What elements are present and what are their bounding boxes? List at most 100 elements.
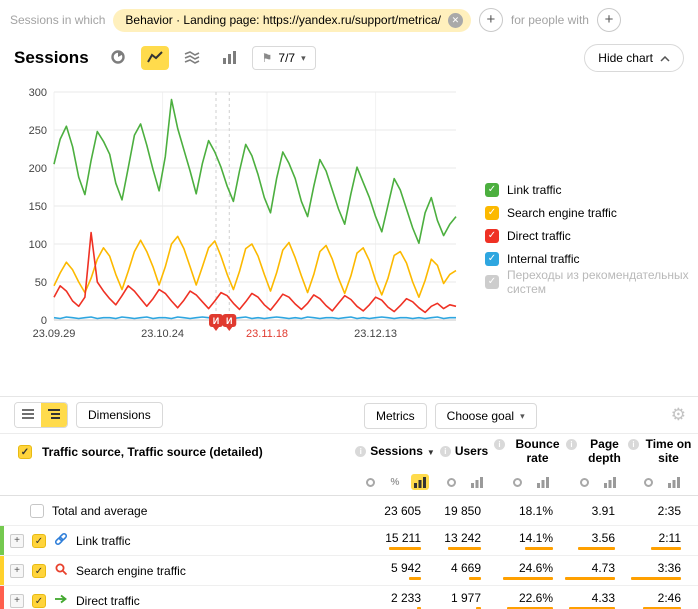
pie-view-icon[interactable] [576,474,594,490]
row-checkbox[interactable]: ✓ [30,504,44,518]
choose-goal-label: Choose goal [447,409,514,423]
legend-checkbox[interactable]: ✓ [485,229,499,243]
remove-filter-icon[interactable]: ✕ [448,13,463,28]
metric-bar [565,577,615,580]
row-checkbox[interactable]: ✓ [32,564,46,578]
row-checkbox[interactable]: ✓ [32,594,46,608]
link-icon [54,532,68,549]
column-chart-icon [221,50,237,67]
legend-label: Link traffic [507,183,561,197]
dimension-header-cell: ✓ Traffic source, Traffic source (detail… [0,445,356,459]
legend-label: Search engine traffic [507,206,617,220]
metric-bar [578,547,616,550]
filter-chip-text: Behavior · Landing page: https://yandex.… [125,13,441,27]
filter-chip[interactable]: Behavior · Landing page: https://yandex.… [113,9,471,32]
stacked-lines-icon [184,50,200,67]
legend-item-direct-traffic[interactable]: ✓ Direct traffic [485,224,698,247]
page-title: Sessions [14,48,89,68]
bars-view-icon[interactable] [534,474,552,490]
choose-goal-dropdown[interactable]: Choose goal ▾ [435,403,537,429]
column-label: Sessions [370,445,423,459]
metric-cell: 2:35 [628,504,694,518]
legend-checkbox[interactable]: ✓ [485,206,499,220]
pie-view-icon[interactable] [361,474,379,490]
filter-prefix-label: Sessions in which [10,13,105,27]
series-visibility-value: 7/7 [278,51,295,65]
dimensions-button[interactable]: Dimensions [76,402,163,428]
row-name-cell: + ✓ Link traffic [0,526,356,555]
metric-cell: 18.1% [494,504,566,518]
row-label[interactable]: Link traffic [76,534,130,548]
table-row-search-engine-traffic: + ✓ Search engine traffic 5 942 4 669 24… [0,556,698,586]
metrics-group: Metrics Choose goal ▾ [364,403,537,429]
yandex-metrica-report: Sessions in which Behavior · Landing pag… [0,0,698,609]
row-label[interactable]: Search engine traffic [76,564,186,578]
metric-cell: 24.6% [494,561,566,580]
select-all-checkbox[interactable]: ✓ [18,445,32,459]
users-display-toggles [434,474,494,490]
flat-list-view-button[interactable] [15,403,41,427]
metric-bar [469,577,481,580]
info-icon: i [440,446,451,457]
gear-icon[interactable]: ⚙ [671,405,686,425]
column-header-sessions[interactable]: i Sessions ▼ [356,445,434,459]
metric-bar [525,547,554,550]
chart-type-stacked-button[interactable] [178,46,206,70]
bars-view-icon[interactable] [665,474,683,490]
pie-view-icon[interactable] [509,474,527,490]
row-name-cell: ✓ Total and average [0,496,356,525]
svg-text:0: 0 [41,315,47,327]
metric-bar [631,577,681,580]
expand-row-button[interactable]: + [10,594,24,608]
segment-filter-bar: Sessions in which Behavior · Landing pag… [0,0,698,36]
chart-type-line-button[interactable] [141,46,169,70]
legend-checkbox[interactable]: ✓ [485,183,499,197]
column-label: Users [455,445,488,459]
legend-item-search-engine-traffic[interactable]: ✓ Search engine traffic [485,201,698,224]
percent-view-icon[interactable]: % [386,474,404,490]
row-checkbox[interactable]: ✓ [32,534,46,548]
legend-checkbox[interactable]: ✓ [485,252,499,266]
metric-cell: 22.6% [494,591,566,609]
svg-text:150: 150 [29,201,47,213]
bars-view-icon[interactable] [411,474,429,490]
column-header-bounce-rate[interactable]: i Bounce rate [494,438,566,466]
metric-bar [651,547,682,550]
chart-header-bar: Sessions ⚑ 7/7 ▾ Hide ch [0,36,698,74]
row-color-strip [0,526,4,555]
sessions-line-chart[interactable]: 05010015020025030023.09.2923.10.2423.11.… [12,80,470,360]
column-header-time-on-site[interactable]: i Time on site [628,438,694,466]
row-color-strip [0,586,4,609]
metric-cell: 19 850 [434,504,494,518]
svg-text:23.10.24: 23.10.24 [141,328,184,340]
info-icon: i [628,439,639,450]
bars-view-icon[interactable] [601,474,619,490]
bars-view-icon[interactable] [468,474,486,490]
expand-row-button[interactable]: + [10,564,24,578]
chart-type-columns-button[interactable] [215,46,243,70]
view-toggle-group [14,402,68,428]
chart-legend: ✓ Link traffic ✓ Search engine traffic ✓… [485,178,698,293]
svg-text:23.11.18: 23.11.18 [246,328,288,340]
hide-chart-button[interactable]: Hide chart [584,44,684,72]
chart-type-pie-button[interactable] [104,46,132,70]
legend-item-link-traffic[interactable]: ✓ Link traffic [485,178,698,201]
series-visibility-dropdown[interactable]: ⚑ 7/7 ▾ [252,46,316,70]
sessions-display-toggles: % [356,474,434,490]
legend-checkbox[interactable]: ✓ [485,275,499,289]
metrics-button[interactable]: Metrics [364,403,427,429]
expand-row-button[interactable]: + [10,534,24,548]
metric-cell: 14.1% [494,531,566,550]
tree-list-icon [47,408,61,423]
column-header-users[interactable]: i Users [434,445,494,459]
tree-list-view-button[interactable] [41,403,67,427]
legend-item-recommendation-systems[interactable]: ✓ Переходы из рекомендательных систем [485,270,698,293]
add-people-condition-button[interactable]: + [597,8,621,32]
row-label[interactable]: Direct traffic [76,594,140,608]
pie-view-icon[interactable] [640,474,658,490]
column-header-page-depth[interactable]: i Page depth [566,438,628,466]
pie-view-icon[interactable] [443,474,461,490]
add-session-condition-button[interactable]: + [479,8,503,32]
metric-cell: 3.56 [566,531,628,550]
info-icon: i [566,439,577,450]
